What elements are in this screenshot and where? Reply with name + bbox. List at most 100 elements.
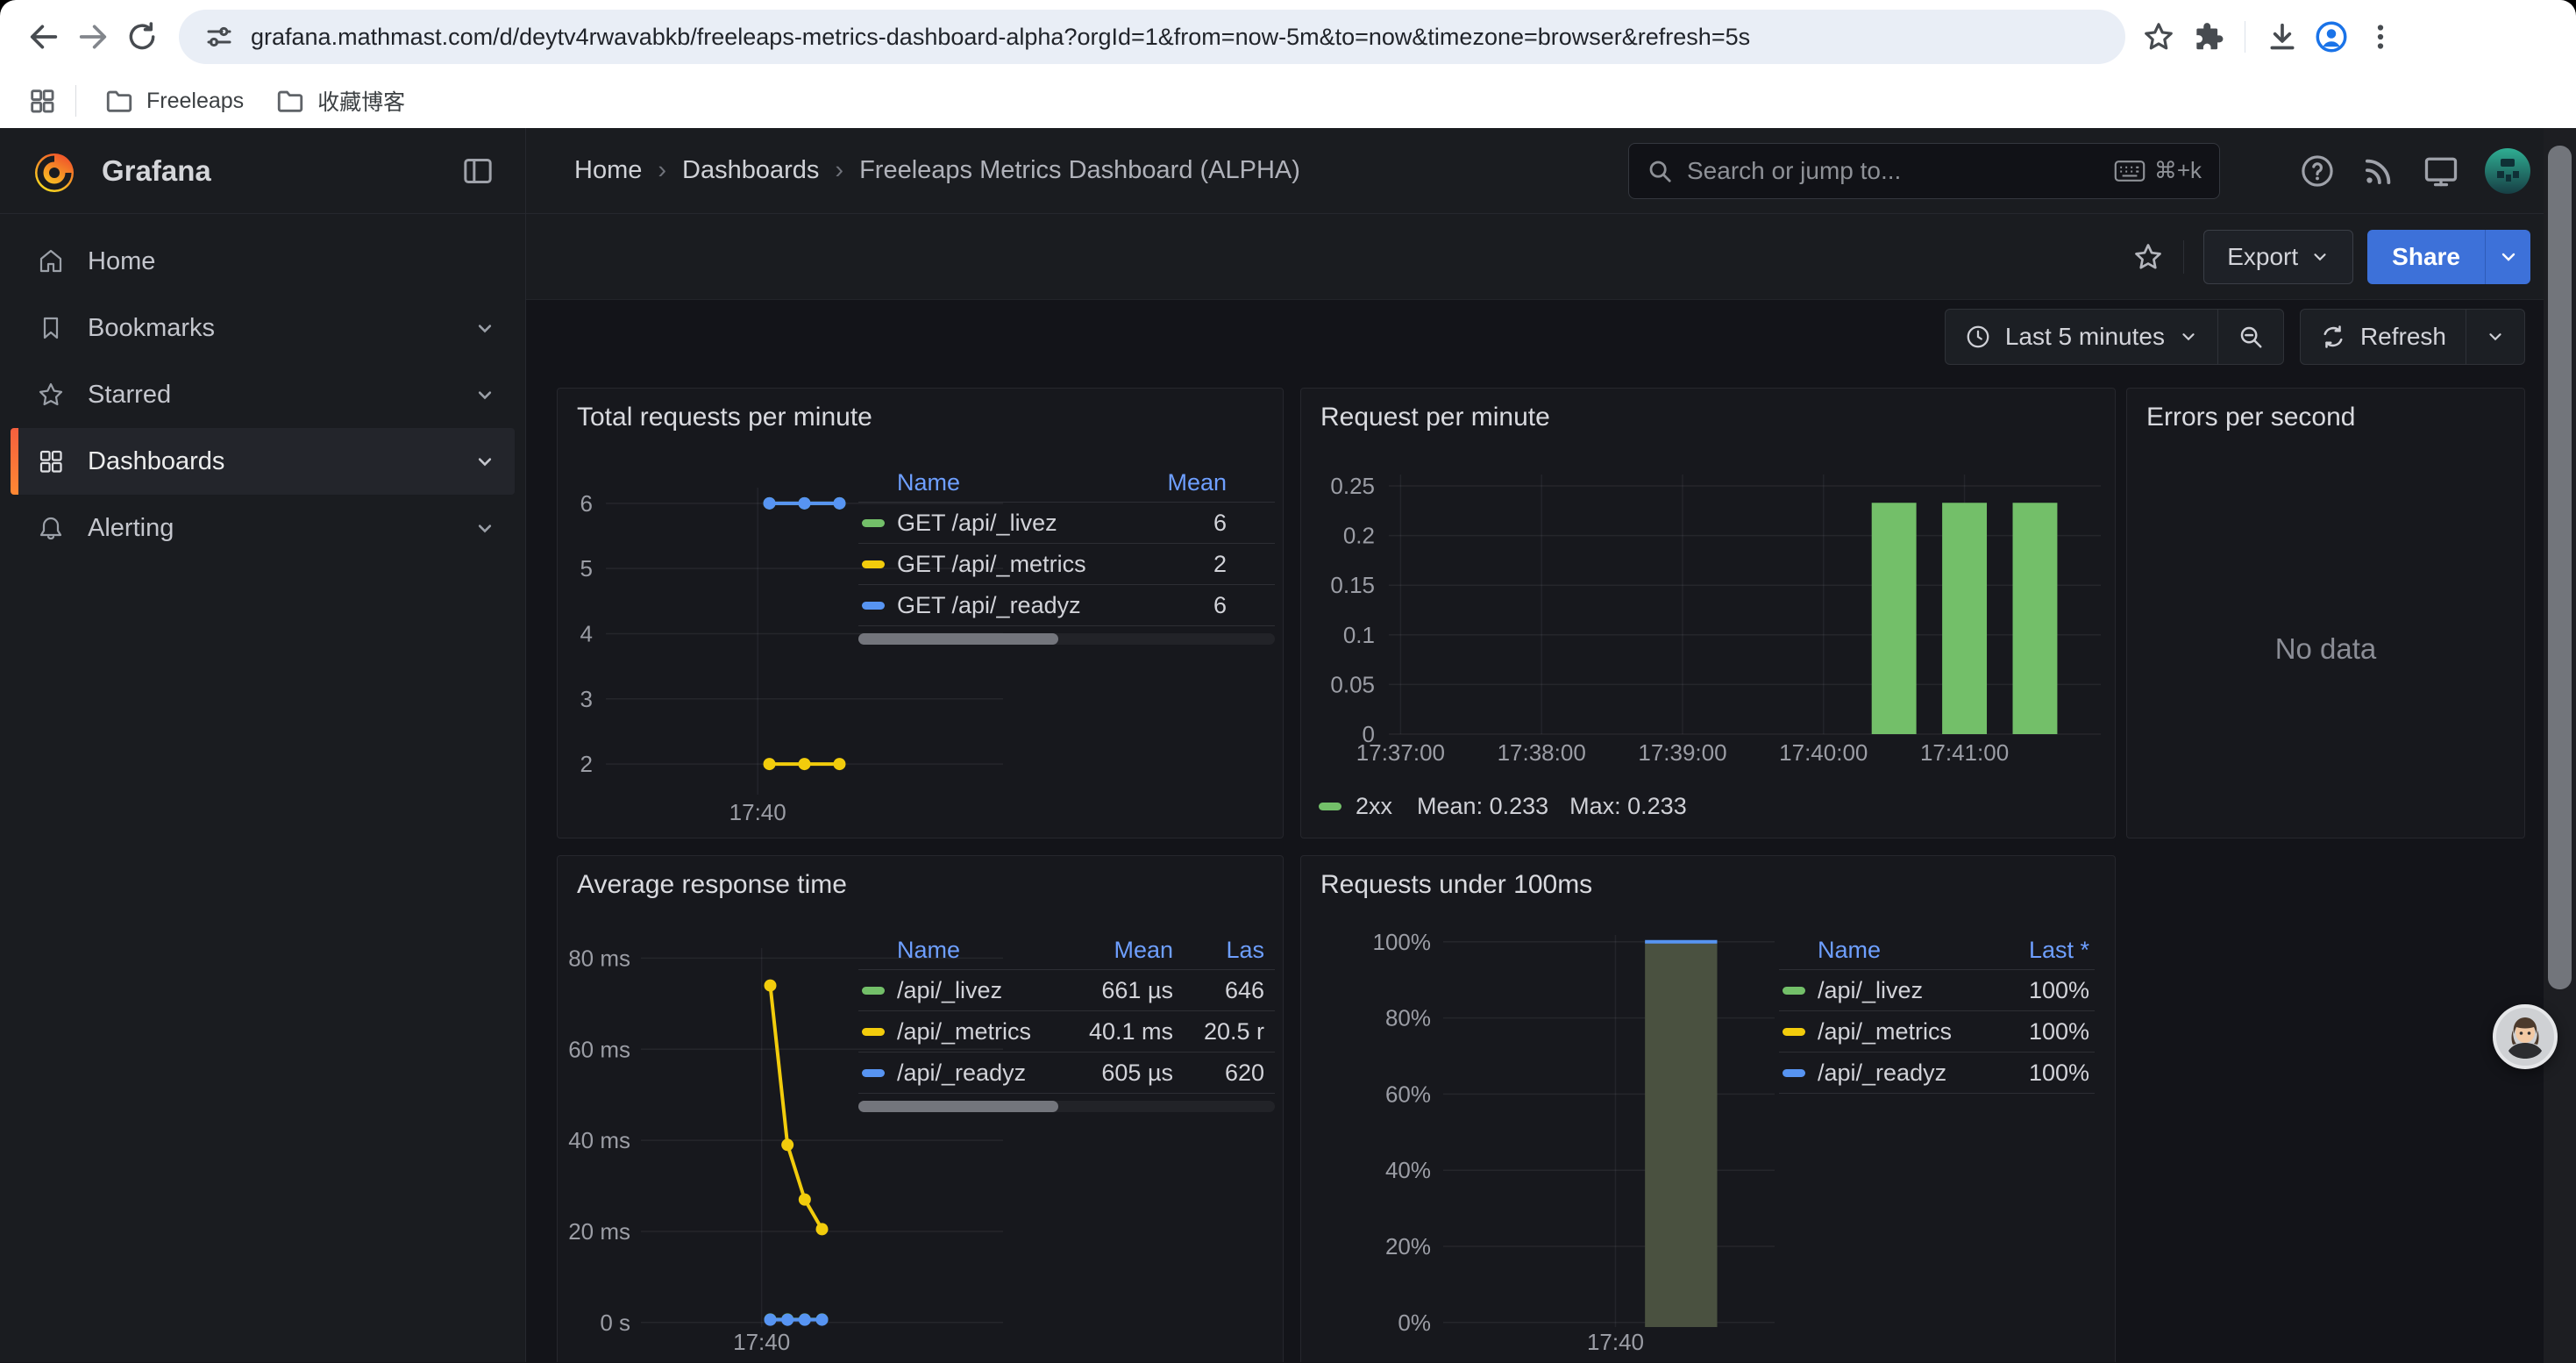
- search-input[interactable]: [1687, 157, 2114, 185]
- share-button[interactable]: Share: [2367, 230, 2485, 284]
- series-max: Max: 0.233: [1569, 793, 1687, 820]
- sidebar-item-starred[interactable]: Starred: [11, 361, 515, 428]
- svg-text:3: 3: [580, 686, 593, 712]
- time-controls: Last 5 minutes Refresh: [1945, 309, 2525, 365]
- chevron-down-icon: [2310, 247, 2330, 267]
- bookmark-folder-blogs[interactable]: 收藏博客: [260, 78, 421, 124]
- brand-area: Grafana: [0, 128, 526, 213]
- legend-row[interactable]: /api/_livez661 µs646: [858, 970, 1275, 1011]
- legend-scrollbar[interactable]: [858, 1101, 1275, 1112]
- search-shortcut: ⌘+k: [2114, 157, 2202, 184]
- legend-scrollbar[interactable]: [858, 633, 1275, 645]
- panel-title[interactable]: Errors per second: [2146, 403, 2355, 432]
- legend-row[interactable]: /api/_livez100%: [1779, 970, 2095, 1011]
- nav-sidebar: Home Bookmarks Starred Dashboards Alerti…: [0, 214, 526, 1362]
- sidebar-item-bookmarks[interactable]: Bookmarks: [11, 295, 515, 361]
- url-text[interactable]: grafana.mathmast.com/d/deytv4rwavabkb/fr…: [251, 24, 1750, 51]
- keyboard-icon: [2114, 160, 2145, 182]
- legend-header: NameMean: [858, 463, 1275, 503]
- legend-row[interactable]: /api/_metrics100%: [1779, 1011, 2095, 1053]
- breadcrumb-separator: ›: [658, 156, 666, 185]
- svg-text:2: 2: [580, 751, 593, 777]
- chevron-down-icon: [2486, 327, 2505, 346]
- refresh-interval-dropdown[interactable]: [2466, 310, 2524, 364]
- chevron-down-icon: [2179, 327, 2198, 346]
- sidebar-item-alerting[interactable]: Alerting: [11, 495, 515, 561]
- chevron-down-icon[interactable]: [473, 449, 497, 474]
- svg-text:80 ms: 80 ms: [568, 945, 630, 971]
- favorite-star-icon[interactable]: [2132, 241, 2164, 273]
- grafana-header: Grafana Home › Dashboards › Freeleaps Me…: [0, 128, 2576, 214]
- breadcrumb: Home › Dashboards › Freeleaps Metrics Da…: [574, 156, 1300, 185]
- dashboard-actions: Export Share: [526, 214, 2576, 300]
- svg-text:17:40:00: 17:40:00: [1779, 739, 1868, 766]
- header-main: Home › Dashboards › Freeleaps Metrics Da…: [526, 128, 2576, 213]
- chevron-down-icon: [2498, 246, 2519, 268]
- breadcrumb-home[interactable]: Home: [574, 156, 642, 185]
- bookmarks-bar: Freeleaps 收藏博客: [0, 74, 2576, 128]
- zoom-out-icon: [2238, 324, 2264, 350]
- help-icon[interactable]: [2299, 153, 2336, 189]
- refresh-group: Refresh: [2300, 309, 2525, 365]
- chevron-down-icon[interactable]: [473, 516, 497, 540]
- rss-icon[interactable]: [2360, 153, 2397, 189]
- dashboards-grid-icon: [37, 447, 65, 475]
- chevron-down-icon[interactable]: [473, 382, 497, 407]
- back-arrow-icon[interactable]: [19, 12, 68, 61]
- folder-icon: [275, 86, 305, 116]
- legend[interactable]: 2xx Mean: 0.233 Max: 0.233: [1319, 790, 1708, 822]
- forward-arrow-icon[interactable]: [68, 12, 117, 61]
- page-scrollbar[interactable]: [2544, 128, 2576, 1363]
- svg-text:60 ms: 60 ms: [568, 1036, 630, 1062]
- profile-icon[interactable]: [2307, 12, 2356, 61]
- bookmark-folder-freeleaps[interactable]: Freeleaps: [89, 79, 260, 123]
- refresh-button[interactable]: Refresh: [2301, 310, 2466, 364]
- panel-average-response-time: Average response time 80 ms60 ms40 ms20 …: [557, 855, 1284, 1362]
- grafana-body: Home Bookmarks Starred Dashboards Alerti…: [0, 214, 2576, 1362]
- legend-header: NameMeanLas: [858, 931, 1275, 970]
- assistant-avatar[interactable]: [2493, 1004, 2558, 1069]
- breadcrumb-dashboards[interactable]: Dashboards: [682, 156, 819, 185]
- legend-row[interactable]: /api/_readyz605 µs620: [858, 1053, 1275, 1094]
- series-swatch: [1319, 803, 1341, 810]
- search-box[interactable]: ⌘+k: [1628, 143, 2220, 199]
- bell-icon: [37, 514, 65, 542]
- share-dropdown-button[interactable]: [2485, 230, 2530, 284]
- legend-header: NameLast *: [1779, 931, 2095, 970]
- reload-icon[interactable]: [117, 12, 167, 61]
- chevron-down-icon[interactable]: [473, 316, 497, 340]
- panel-errors-per-second: Errors per second No data: [2126, 388, 2525, 838]
- kebab-menu-icon[interactable]: [2356, 12, 2405, 61]
- svg-text:6: 6: [580, 490, 593, 517]
- extensions-icon[interactable]: [2183, 12, 2232, 61]
- bookmark-star-icon[interactable]: [2134, 12, 2183, 61]
- svg-text:20 ms: 20 ms: [568, 1218, 630, 1245]
- monitor-icon[interactable]: [2422, 152, 2460, 190]
- legend-row[interactable]: GET /api/_metrics2: [858, 544, 1275, 585]
- legend-row[interactable]: GET /api/_readyz6: [858, 585, 1275, 626]
- breadcrumb-separator: ›: [835, 156, 843, 185]
- scrollbar-thumb[interactable]: [2548, 146, 2572, 989]
- legend-row[interactable]: GET /api/_livez6: [858, 503, 1275, 544]
- user-avatar[interactable]: [2485, 148, 2530, 194]
- sidebar-item-dashboards[interactable]: Dashboards: [11, 428, 515, 495]
- address-bar[interactable]: grafana.mathmast.com/d/deytv4rwavabkb/fr…: [179, 10, 2125, 64]
- legend-table: NameMeanLas/api/_livez661 µs646/api/_met…: [858, 931, 1275, 1112]
- download-icon[interactable]: [2258, 12, 2307, 61]
- bookmark-label: 收藏博客: [317, 85, 405, 117]
- legend-row[interactable]: /api/_metrics40.1 ms20.5 r: [858, 1011, 1275, 1053]
- sidebar-item-home[interactable]: Home: [11, 228, 515, 295]
- zoom-out-button[interactable]: [2217, 310, 2283, 364]
- time-range-picker[interactable]: Last 5 minutes: [1946, 310, 2217, 364]
- site-info-icon[interactable]: [203, 21, 235, 53]
- svg-text:17:40: 17:40: [729, 799, 786, 825]
- svg-text:17:41:00: 17:41:00: [1920, 739, 2009, 766]
- legend-row[interactable]: /api/_readyz100%: [1779, 1053, 2095, 1094]
- svg-text:17:40: 17:40: [733, 1329, 790, 1355]
- export-button[interactable]: Export: [2203, 230, 2353, 284]
- apps-grid-icon[interactable]: [21, 80, 63, 122]
- no-data-message: No data: [2127, 632, 2524, 666]
- dock-menu-icon[interactable]: [460, 153, 495, 189]
- bookmark-icon: [37, 314, 65, 342]
- svg-text:0.2: 0.2: [1343, 523, 1375, 549]
